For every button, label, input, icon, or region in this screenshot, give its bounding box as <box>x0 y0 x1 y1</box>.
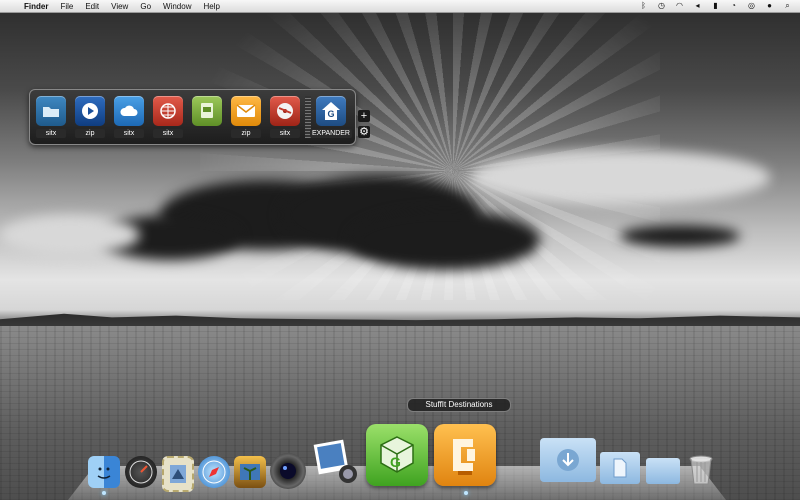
dock-tooltip: StuffIt Destinations <box>407 398 511 412</box>
stuffit-cube-icon[interactable]: G <box>366 424 428 486</box>
destination-tile-4[interactable] <box>153 96 183 126</box>
downloads-folder-icon[interactable] <box>540 438 596 482</box>
tile-label: sitx <box>270 129 300 138</box>
battery-icon[interactable]: ▮ <box>711 2 720 10</box>
time-machine-icon[interactable]: ◷ <box>657 2 666 10</box>
compass-icon <box>202 460 226 484</box>
tile-label: zip <box>75 129 105 138</box>
web-icon <box>160 103 176 119</box>
destination-tile-3[interactable] <box>114 96 144 126</box>
folder-icon <box>43 107 59 117</box>
cloud <box>350 210 540 270</box>
svg-text:G: G <box>390 454 401 470</box>
folder-icon[interactable] <box>646 458 680 484</box>
volume-icon[interactable]: ◂ <box>693 2 702 10</box>
svg-text:G: G <box>327 109 334 119</box>
tile-label: EXPANDER <box>310 129 352 138</box>
clock-icon[interactable]: ◔ <box>729 2 738 10</box>
menu-edit[interactable]: Edit <box>79 2 105 11</box>
destination-tile-2[interactable] <box>75 96 105 126</box>
disc-icon <box>277 103 293 119</box>
menu-view[interactable]: View <box>105 2 134 11</box>
finder-icon[interactable] <box>88 456 120 488</box>
lens-icon <box>280 463 296 479</box>
search-icon[interactable]: ◎ <box>747 2 756 10</box>
stuffit-clamp-icon[interactable] <box>434 424 496 486</box>
download-arrow-icon <box>557 449 579 471</box>
mail-icon <box>236 104 256 117</box>
stuffit-destinations-panel: sitx zip sitx sitx zip sitx G EXPANDER <box>29 89 356 145</box>
mail-stamp-icon[interactable] <box>162 456 194 492</box>
tile-label: sitx <box>153 129 183 138</box>
menu-window[interactable]: Window <box>157 2 197 11</box>
menu-status-area: ᛒ ◷ ◠ ◂ ▮ ◔ ◎ ● ⌕ <box>639 2 800 10</box>
user-icon[interactable]: ● <box>765 2 774 10</box>
photo-booth-icon[interactable] <box>310 438 358 486</box>
photo-stack-icon <box>313 439 357 483</box>
facetime-camera-icon[interactable] <box>270 453 306 489</box>
spotlight-icon[interactable]: ⌕ <box>783 2 792 10</box>
iphoto-icon[interactable] <box>234 456 266 488</box>
menu-file[interactable]: File <box>54 2 79 11</box>
add-destination-button[interactable]: + <box>358 110 370 122</box>
cube-icon: G <box>380 436 414 473</box>
destination-tile-1[interactable] <box>36 96 66 126</box>
trash-icon[interactable] <box>688 454 714 486</box>
safari-icon[interactable] <box>198 456 230 488</box>
menu-bar: Finder File Edit View Go Window Help ᛒ ◷… <box>0 0 800 13</box>
destination-tile-expander[interactable]: G <box>316 96 346 126</box>
destination-tile-5[interactable] <box>192 96 222 126</box>
wifi-icon[interactable]: ◠ <box>675 2 684 10</box>
documents-folder-icon[interactable] <box>600 452 640 484</box>
clamp-icon <box>453 439 475 475</box>
play-icon <box>82 103 98 119</box>
expander-icon: G <box>322 102 340 120</box>
tile-label: zip <box>231 129 261 138</box>
tile-label: sitx <box>36 129 66 138</box>
menu-go[interactable]: Go <box>134 2 157 11</box>
palm-photo-icon <box>240 464 260 480</box>
trash-can-icon <box>689 455 713 485</box>
eagle-icon <box>170 465 186 483</box>
dashboard-icon[interactable] <box>125 456 157 488</box>
bluetooth-icon[interactable]: ᛒ <box>639 2 648 10</box>
destination-tile-7[interactable] <box>270 96 300 126</box>
cloud <box>0 215 140 255</box>
gauge-icon <box>129 460 153 484</box>
panel-settings-button[interactable]: ⚙ <box>358 126 370 138</box>
document-glyph-icon <box>613 458 627 478</box>
cloud <box>620 225 740 247</box>
menu-help[interactable]: Help <box>197 2 225 11</box>
cloud <box>470 150 770 205</box>
destination-tile-6[interactable] <box>231 96 261 126</box>
menu-finder[interactable]: Finder <box>18 2 54 11</box>
finder-face-icon <box>97 467 111 479</box>
running-indicator <box>102 491 106 495</box>
cloud-icon <box>120 105 138 116</box>
tile-label: sitx <box>114 129 144 138</box>
running-indicator <box>464 491 468 495</box>
document-icon <box>201 103 213 118</box>
